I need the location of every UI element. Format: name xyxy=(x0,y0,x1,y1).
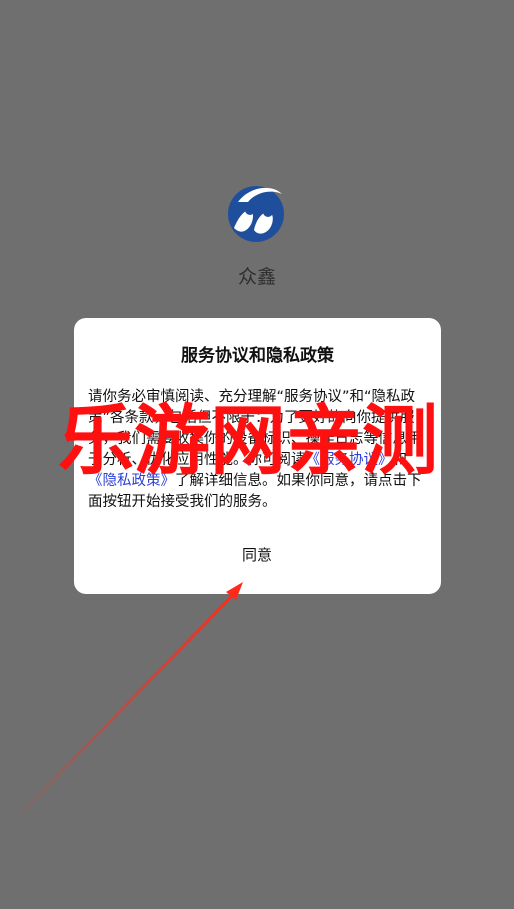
agree-button[interactable]: 同意 xyxy=(207,540,307,570)
dialog-body-and: 和 xyxy=(392,452,408,468)
app-logo-icon xyxy=(228,186,284,242)
service-agreement-link[interactable]: 《服务协议》 xyxy=(306,452,393,468)
screen: 众鑫 服务协议和隐私政策 请你务必审慎阅读、充分理解“服务协议”和“隐私政策”各… xyxy=(0,0,514,909)
dialog-title: 服务协议和隐私政策 xyxy=(181,346,334,366)
dialog-body: 请你务必审慎阅读、充分理解“服务协议”和“隐私政策”各条款，包括但不限于：为了更… xyxy=(88,387,428,513)
privacy-policy-link[interactable]: 《隐私政策》 xyxy=(88,473,175,489)
app-name: 众鑫 xyxy=(237,266,276,288)
privacy-dialog: 服务协议和隐私政策 请你务必审慎阅读、充分理解“服务协议”和“隐私政策”各条款，… xyxy=(74,318,441,594)
